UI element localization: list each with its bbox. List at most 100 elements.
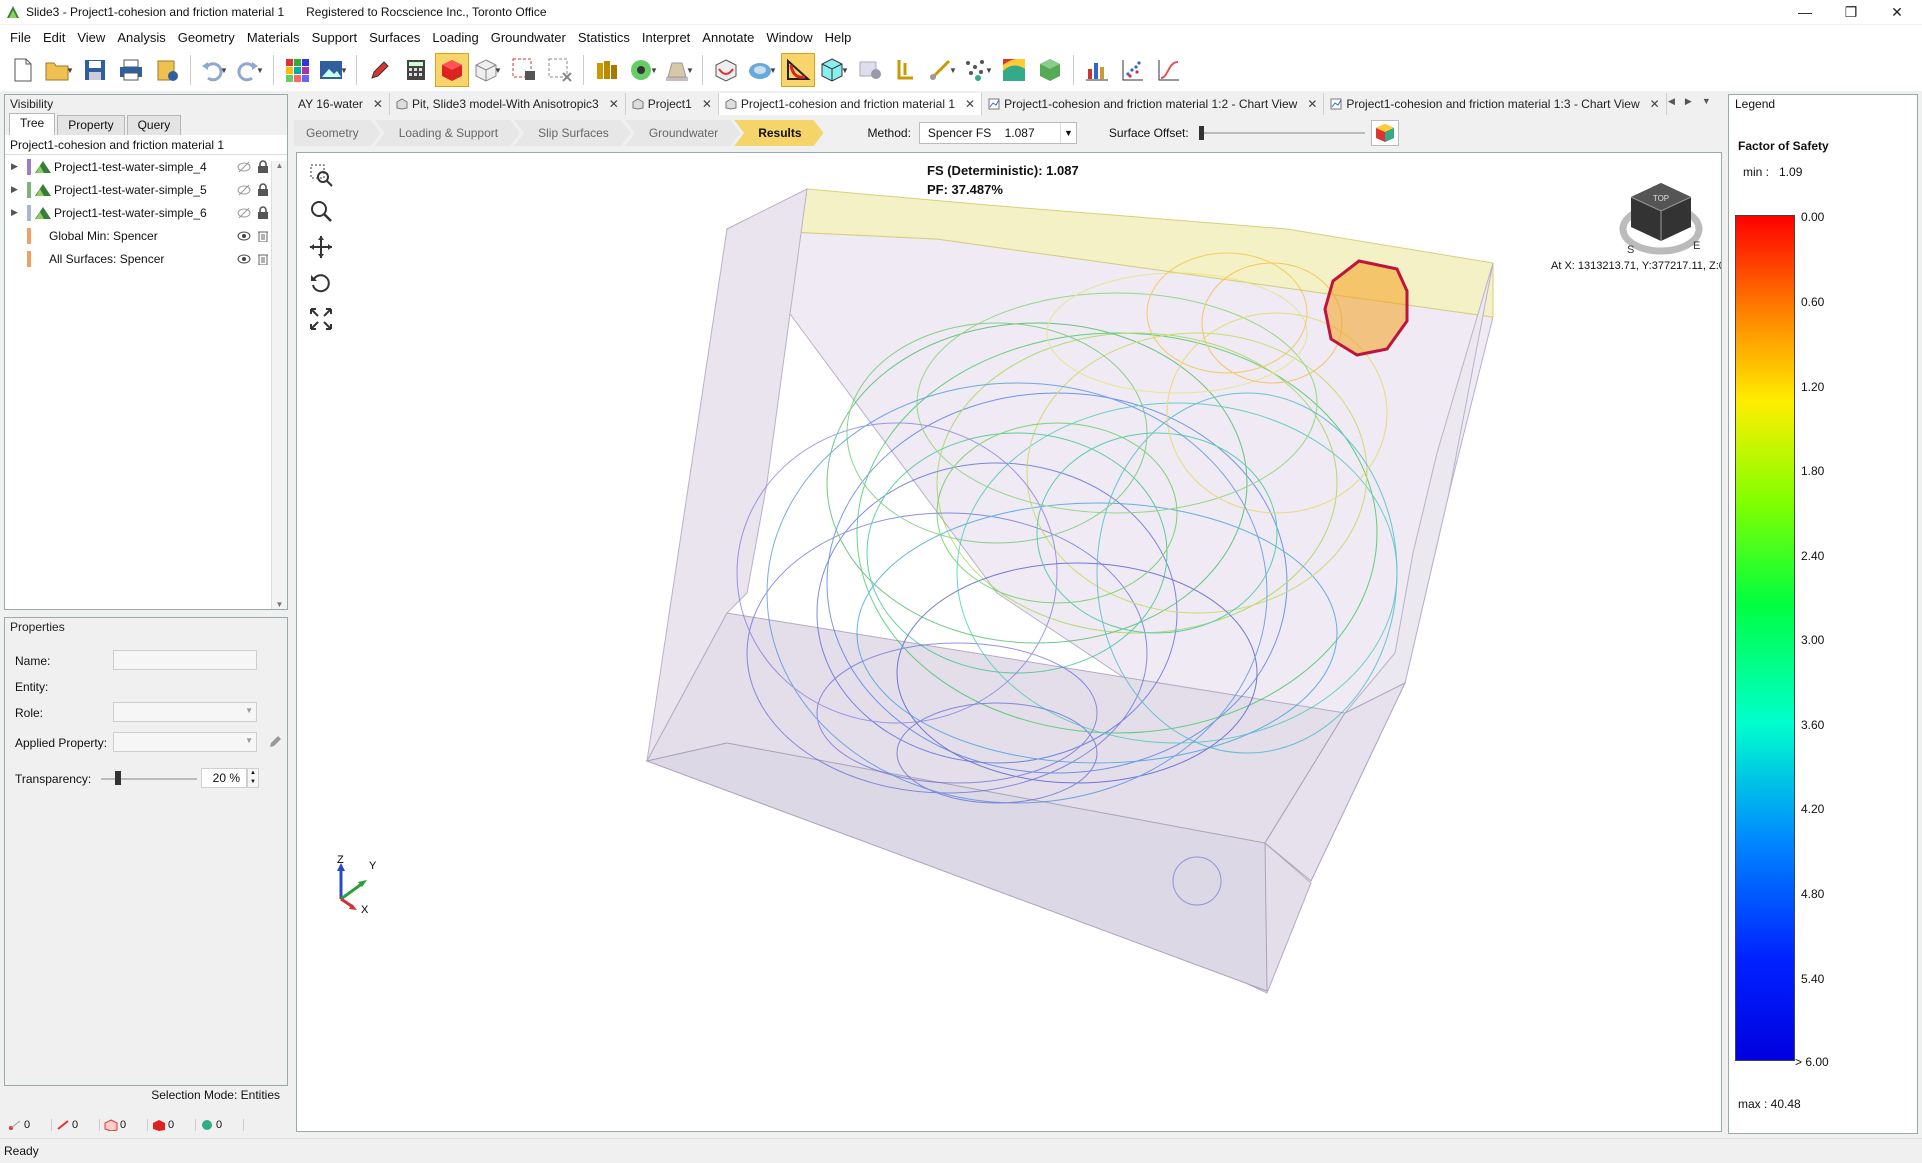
doc-tab-chart-view-2[interactable]: Project1-cohesion and friction material … <box>982 93 1325 115</box>
menu-file[interactable]: File <box>4 30 37 45</box>
menu-interpret[interactable]: Interpret <box>636 30 696 45</box>
tab-property[interactable]: Property <box>57 115 125 135</box>
tree-item-simple-4[interactable]: ▶ Project1-test-water-simple_4 <box>5 155 287 178</box>
expand-arrow-icon[interactable]: ▶ <box>11 207 23 218</box>
hidden-eye-icon[interactable] <box>237 161 251 173</box>
tree-item-global-min[interactable]: Global Min: Spencer <box>5 224 287 247</box>
close-tab-icon[interactable]: ✕ <box>373 97 383 111</box>
anchor-button[interactable] <box>889 53 923 87</box>
tab-query[interactable]: Query <box>126 115 182 135</box>
new-file-button[interactable] <box>6 53 40 87</box>
calculator-button[interactable] <box>399 53 433 87</box>
step-results[interactable]: Results <box>734 120 823 146</box>
lock-select-button[interactable] <box>507 53 541 87</box>
minimize-button[interactable]: — <box>1782 0 1828 24</box>
eye-icon[interactable] <box>237 230 251 242</box>
eye-icon[interactable] <box>237 253 251 265</box>
tree-item-simple-5[interactable]: ▶ Project1-test-water-simple_5 <box>5 178 287 201</box>
step-slip-surfaces[interactable]: Slip Surfaces <box>514 120 631 146</box>
trash-icon[interactable] <box>257 229 269 242</box>
surface-offset-button[interactable] <box>1370 120 1399 146</box>
menu-groundwater[interactable]: Groundwater <box>485 30 572 45</box>
save-button[interactable] <box>78 53 112 87</box>
edit-pencil-icon[interactable] <box>267 734 283 750</box>
scatter-plot-button[interactable] <box>1116 53 1150 87</box>
menu-statistics[interactable]: Statistics <box>572 30 636 45</box>
menu-help[interactable]: Help <box>819 30 858 45</box>
close-tab-icon[interactable]: ✕ <box>965 97 975 111</box>
step-groundwater[interactable]: Groundwater <box>625 120 740 146</box>
close-tab-icon[interactable]: ✕ <box>702 97 712 111</box>
menu-surfaces[interactable]: Surfaces <box>363 30 426 45</box>
scroll-up-arrow-icon[interactable]: ▲ <box>272 161 287 170</box>
slip-results-button[interactable] <box>781 53 815 87</box>
points-button[interactable]: ▼ <box>961 53 995 87</box>
doc-tab-chart-view-3[interactable]: Project1-cohesion and friction material … <box>1324 93 1667 115</box>
scroll-down-arrow-icon[interactable]: ▼ <box>272 600 287 609</box>
menu-view[interactable]: View <box>71 30 111 45</box>
tree-scrollbar[interactable]: ▲ ▼ <box>271 161 287 609</box>
menu-annotate[interactable]: Annotate <box>696 30 760 45</box>
export-button[interactable] <box>150 53 184 87</box>
transparency-spinner[interactable]: ▲ ▼ <box>247 768 259 788</box>
menu-materials[interactable]: Materials <box>241 30 306 45</box>
expand-arrow-icon[interactable]: ▶ <box>11 184 23 195</box>
undo-button[interactable]: ▼ <box>197 53 231 87</box>
close-tab-icon[interactable]: ✕ <box>609 97 619 111</box>
doc-tab-cohesion-friction[interactable]: Project1-cohesion and friction material … <box>718 93 983 115</box>
clear-selection-button[interactable] <box>543 53 577 87</box>
surface-offset-thumb[interactable] <box>1198 126 1204 140</box>
restore-button[interactable]: ❐ <box>1828 0 1874 24</box>
menu-support[interactable]: Support <box>306 30 364 45</box>
lock-icon[interactable] <box>257 160 269 173</box>
slope-model-render[interactable] <box>297 153 1721 1131</box>
doc-tab-ay16-water[interactable]: AY 16-water ✕ <box>292 93 390 115</box>
name-field[interactable] <box>113 650 257 670</box>
step-loading-support[interactable]: Loading & Support <box>375 120 520 146</box>
open-file-button[interactable]: ▼ <box>42 53 76 87</box>
3d-viewport[interactable]: FS (Deterministic): 1.087 PF: 37.487% At… <box>296 152 1722 1132</box>
menu-loading[interactable]: Loading <box>426 30 484 45</box>
block-view-button[interactable] <box>1033 53 1067 87</box>
method-select[interactable]: Spencer FS 1.087 ▼ <box>918 122 1077 144</box>
transparency-slider-thumb[interactable] <box>115 771 121 785</box>
close-tab-icon[interactable]: ✕ <box>1650 97 1660 111</box>
transparency-input[interactable]: 20 % <box>201 768 247 788</box>
step-geometry[interactable]: Geometry <box>294 120 381 146</box>
groundwater-button[interactable]: ▼ <box>626 53 660 87</box>
lock-icon[interactable] <box>257 183 269 196</box>
close-tab-icon[interactable]: ✕ <box>1307 97 1317 111</box>
close-window-button[interactable]: ✕ <box>1874 0 1920 24</box>
edit-tool-button[interactable] <box>363 53 397 87</box>
trash-icon[interactable] <box>257 252 269 265</box>
histogram-button[interactable] <box>1080 53 1114 87</box>
contour-map-button[interactable] <box>997 53 1031 87</box>
hidden-eye-icon[interactable] <box>237 207 251 219</box>
role-select[interactable]: ▼ <box>113 702 257 722</box>
menu-analysis[interactable]: Analysis <box>111 30 171 45</box>
menu-geometry[interactable]: Geometry <box>172 30 241 45</box>
print-button[interactable] <box>114 53 148 87</box>
box-view-button[interactable]: ▼ <box>817 53 851 87</box>
surface-button[interactable]: ▼ <box>662 53 696 87</box>
query-button[interactable] <box>853 53 887 87</box>
applied-property-select[interactable]: ▼ <box>113 732 257 752</box>
cumulative-plot-button[interactable] <box>1152 53 1186 87</box>
material-button[interactable] <box>590 53 624 87</box>
hidden-eye-icon[interactable] <box>237 184 251 196</box>
doc-tab-pit-anisotropic[interactable]: Pit, Slide3 model-With Anisotropic3 ✕ <box>390 93 626 115</box>
doc-tab-project1[interactable]: Project1 ✕ <box>626 93 719 115</box>
surface-offset-slider[interactable] <box>1198 123 1365 143</box>
wireframe-view-button[interactable]: ▼ <box>471 53 505 87</box>
redo-button[interactable]: ▼ <box>233 53 267 87</box>
lock-icon[interactable] <box>257 206 269 219</box>
contour-button[interactable]: ▼ <box>745 53 779 87</box>
expand-arrow-icon[interactable]: ▶ <box>11 161 23 172</box>
tab-tree[interactable]: Tree <box>9 113 56 135</box>
slip-surface-button[interactable] <box>709 53 743 87</box>
grid-display-button[interactable] <box>280 53 314 87</box>
menu-window[interactable]: Window <box>760 30 818 45</box>
tree-item-simple-6[interactable]: ▶ Project1-test-water-simple_6 <box>5 201 287 224</box>
solid-view-button[interactable] <box>435 53 469 87</box>
tree-item-all-surfaces[interactable]: All Surfaces: Spencer <box>5 247 287 270</box>
